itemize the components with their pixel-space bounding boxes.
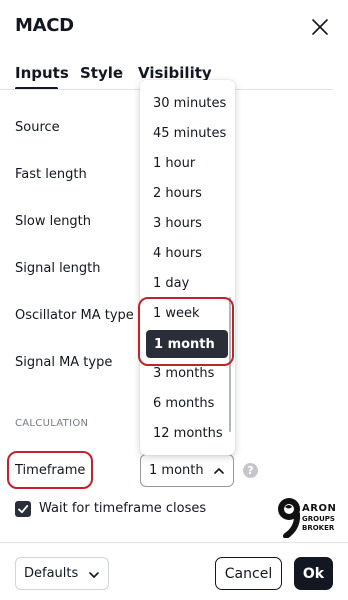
dropdown-option-45-minutes[interactable]: 45 minutes [145, 119, 229, 147]
cancel-button[interactable]: Cancel [215, 557, 282, 590]
oscillator-ma-type-label: Oscillator MA type [15, 308, 134, 323]
ok-button[interactable]: Ok [294, 557, 333, 590]
week-month-highlight [138, 297, 234, 366]
fast-length-label: Fast length [15, 167, 87, 182]
logo-text-aron: ARON [302, 503, 337, 514]
dropdown-option-30-minutes[interactable]: 30 minutes [145, 89, 229, 117]
aron-groups-broker-logo: ARON GROUPS BROKER [276, 494, 338, 539]
timeframe-select[interactable]: 1 month [140, 454, 234, 487]
dropdown-option-1-day[interactable]: 1 day [145, 269, 229, 297]
logo-text-broker: BROKER [302, 524, 335, 532]
slow-length-label: Slow length [15, 214, 92, 229]
chevron-up-icon [214, 468, 224, 474]
help-icon[interactable]: ? [243, 463, 258, 478]
checkmark-icon [18, 505, 29, 514]
timeframe-dropdown-menu: 30 minutes 45 minutes 1 hour 2 hours 3 h… [140, 80, 235, 455]
calculation-section-title: CALCULATION [15, 418, 89, 429]
timeframe-label: Timeframe [15, 463, 86, 478]
dropdown-option-1-hour[interactable]: 1 hour [145, 149, 229, 177]
signal-ma-type-label: Signal MA type [15, 355, 113, 370]
dropdown-option-3-hours[interactable]: 3 hours [145, 209, 229, 237]
chevron-down-icon [89, 572, 99, 578]
timeframe-select-value: 1 month [149, 463, 204, 478]
dropdown-option-6-months[interactable]: 6 months [145, 389, 229, 417]
wait-for-timeframe-checkbox[interactable] [15, 501, 31, 517]
close-button[interactable] [306, 13, 334, 41]
defaults-dropdown-button[interactable]: Defaults [15, 557, 109, 590]
source-label: Source [15, 120, 60, 135]
signal-length-label: Signal length [15, 261, 101, 276]
dropdown-option-12-months[interactable]: 12 months [145, 419, 229, 447]
tab-style[interactable]: Style [80, 64, 123, 82]
wait-for-timeframe-label: Wait for timeframe closes [39, 501, 207, 516]
dialog-title: MACD [15, 15, 74, 36]
footer-divider [0, 542, 348, 543]
dropdown-option-4-hours[interactable]: 4 hours [145, 239, 229, 267]
logo-text-groups: GROUPS [302, 515, 335, 523]
dropdown-option-2-hours[interactable]: 2 hours [145, 179, 229, 207]
tab-inputs[interactable]: Inputs [15, 64, 69, 82]
defaults-label: Defaults [24, 566, 79, 581]
close-icon [312, 19, 328, 35]
